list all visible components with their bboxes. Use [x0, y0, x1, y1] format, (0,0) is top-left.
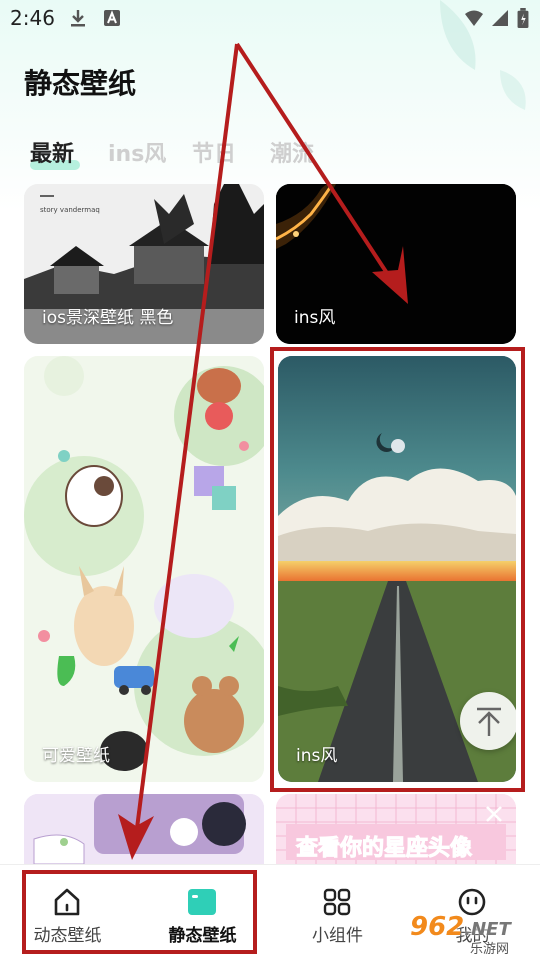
tab-label: 最新: [30, 142, 75, 167]
back-to-top-button[interactable]: [460, 692, 516, 750]
nav-dynamic-wallpaper[interactable]: 动态壁纸: [0, 865, 135, 961]
wallpaper-image: [24, 356, 264, 782]
wallpaper-image: [24, 794, 264, 864]
nav-widgets[interactable]: 小组件: [270, 865, 405, 961]
wallpaper-icon: [188, 889, 216, 915]
nav-label: 动态壁纸: [33, 926, 102, 946]
widgets-icon: [323, 888, 351, 916]
download-icon: [71, 10, 85, 27]
close-icon[interactable]: [484, 804, 504, 824]
leaf-decoration: [440, 0, 526, 110]
tab-festival[interactable]: 节日: [192, 136, 236, 168]
nav-label: 静态壁纸: [168, 926, 237, 946]
wallpaper-card[interactable]: ins风: [278, 356, 516, 782]
tab-latest[interactable]: 最新: [30, 136, 80, 170]
wallpaper-card[interactable]: 可爱壁纸: [24, 356, 264, 782]
app-notification-icon: [104, 10, 120, 26]
wallpaper-label: ins风: [296, 746, 338, 766]
tab-trend[interactable]: 潮流: [270, 136, 314, 168]
watermark-sub: 乐游网: [470, 942, 510, 957]
nav-static-wallpaper[interactable]: 静态壁纸: [135, 865, 270, 961]
overlay-text: story vandermaq: [40, 206, 100, 214]
home-icon: [54, 888, 80, 916]
banner-text: 查看你的星座头像: [295, 836, 473, 862]
watermark-logo: 962.NET 乐游网: [410, 912, 534, 957]
tab-label: 潮流: [270, 142, 315, 167]
nav-label: 小组件: [312, 926, 363, 946]
page-title: 静态壁纸: [24, 67, 137, 100]
arrow-up-icon: [477, 707, 501, 736]
wallpaper-card[interactable]: story vandermaq ios景深壁纸 黑色: [24, 184, 264, 344]
wallpaper-label: ios景深壁纸 黑色: [42, 308, 174, 328]
tab-label: ins风: [108, 142, 167, 167]
wallpaper-label: 可爱壁纸: [42, 746, 110, 766]
wallpaper-card[interactable]: ins风: [276, 184, 516, 344]
watermark-suffix: .NET: [464, 919, 511, 940]
wallpaper-card[interactable]: [24, 794, 264, 864]
promo-banner-card[interactable]: 查看你的星座头像: [276, 794, 516, 864]
wallpaper-label: ins风: [294, 308, 336, 328]
tab-ins[interactable]: ins风: [108, 136, 166, 168]
watermark-brand: 962: [410, 912, 465, 942]
tab-label: 节日: [192, 142, 237, 167]
status-time: 2:46: [10, 6, 55, 30]
